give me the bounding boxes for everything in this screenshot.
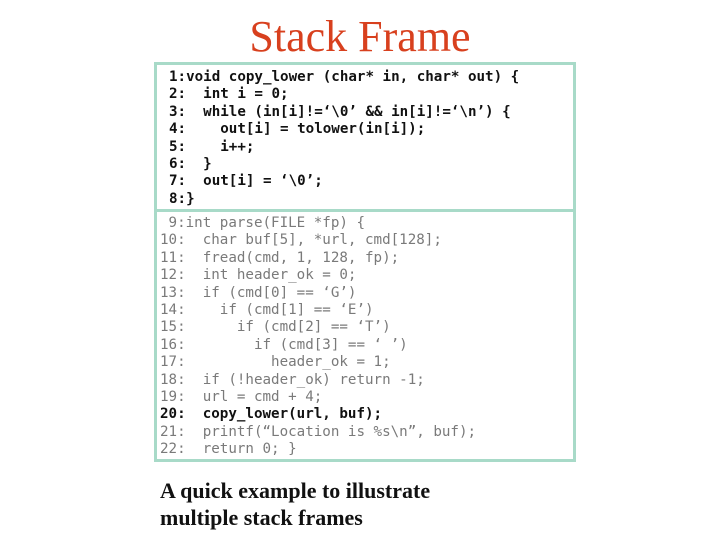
line-number: 13: <box>160 284 186 301</box>
line-code: } <box>186 190 195 207</box>
line-code: out[i] = tolower(in[i]); <box>186 121 426 138</box>
line-code: int i = 0; <box>186 86 289 103</box>
slide-title: Stack Frame <box>249 12 471 61</box>
line-number: 1: <box>169 69 187 85</box>
line-number: 7: <box>169 173 187 190</box>
line-number: 20: <box>160 406 186 423</box>
code-line: 18: if (!header_ok) return -1; <box>157 372 573 389</box>
code-line: 21: printf(“Location is %s\n”, buf); <box>157 424 573 441</box>
line-code: if (cmd[0] == ‘G’) <box>185 284 357 301</box>
line-number: 9: <box>160 215 186 231</box>
code-listing: 1:void copy_lower (char* in, char* out) … <box>154 62 576 462</box>
code-line: 17: header_ok = 1; <box>157 354 573 371</box>
line-code: if (cmd[2] == ‘T’) <box>185 319 391 336</box>
line-number: 22: <box>160 441 186 458</box>
line-code: fread(cmd, 1, 128, fp); <box>185 249 400 266</box>
caption-line-1: A quick example to illustrate <box>160 478 431 503</box>
line-code: char buf[5], *url, cmd[128]; <box>185 232 442 249</box>
code-line: 22: return 0; } <box>157 441 573 458</box>
code-block-copy-lower: 1:void copy_lower (char* in, char* out) … <box>157 69 573 208</box>
code-block-parse: 9:int parse(FILE *fp) { 10: char buf[5],… <box>157 215 573 458</box>
code-line: 16: if (cmd[3] == ‘ ’) <box>157 337 573 354</box>
line-number: 4: <box>169 121 187 138</box>
line-code: if (cmd[3] == ‘ ’) <box>185 336 408 353</box>
code-line: 13: if (cmd[0] == ‘G’) <box>157 285 573 302</box>
code-line: 14: if (cmd[1] == ‘E’) <box>157 302 573 319</box>
line-number: 12: <box>160 267 186 284</box>
code-line: 1:void copy_lower (char* in, char* out) … <box>157 69 573 86</box>
line-code: int header_ok = 0; <box>185 267 357 284</box>
line-number: 18: <box>160 371 186 388</box>
line-code: out[i] = ‘\0’; <box>186 173 323 190</box>
line-code: void copy_lower (char* in, char* out) { <box>186 69 520 85</box>
line-code: copy_lower(url, buf); <box>185 406 383 423</box>
code-line-current-call: 20: copy_lower(url, buf); <box>157 406 573 423</box>
line-number: 14: <box>160 301 186 318</box>
code-line: 11: fread(cmd, 1, 128, fp); <box>157 250 573 267</box>
line-number: 6: <box>169 155 187 172</box>
line-number: 21: <box>160 423 186 440</box>
code-line: 7: out[i] = ‘\0’; <box>157 173 573 190</box>
line-code: while (in[i]!=‘\0’ && in[i]!=‘\n’) { <box>186 103 511 120</box>
frame-divider <box>157 209 573 212</box>
line-number: 2: <box>169 86 187 103</box>
code-line: 3: while (in[i]!=‘\0’ && in[i]!=‘\n’) { <box>157 104 573 121</box>
code-line: 15: if (cmd[2] == ‘T’) <box>157 319 573 336</box>
caption-line-2: multiple stack frames <box>160 505 363 530</box>
line-code: return 0; } <box>185 441 297 458</box>
line-number: 19: <box>160 388 186 405</box>
line-code: int parse(FILE *fp) { <box>185 215 365 231</box>
code-line: 5: i++; <box>157 139 573 156</box>
code-line: 8:} <box>157 191 573 208</box>
line-code: printf(“Location is %s\n”, buf); <box>185 423 477 440</box>
code-line: 10: char buf[5], *url, cmd[128]; <box>157 232 573 249</box>
line-code: if (!header_ok) return -1; <box>185 371 425 388</box>
line-number: 5: <box>169 138 187 155</box>
line-code: url = cmd + 4; <box>185 388 323 405</box>
line-number: 15: <box>160 319 186 336</box>
line-number: 3: <box>169 103 187 120</box>
line-code: i++; <box>186 138 255 155</box>
line-number: 10: <box>160 232 186 249</box>
code-line: 9:int parse(FILE *fp) { <box>157 215 573 232</box>
code-line: 12: int header_ok = 0; <box>157 267 573 284</box>
line-number: 11: <box>160 249 186 266</box>
code-line: 2: int i = 0; <box>157 86 573 103</box>
code-line: 4: out[i] = tolower(in[i]); <box>157 121 573 138</box>
line-code: } <box>186 155 212 172</box>
code-line: 6: } <box>157 156 573 173</box>
line-number: 16: <box>160 336 186 353</box>
line-number: 17: <box>160 354 186 371</box>
line-number: 8: <box>169 190 187 207</box>
caption: A quick example to illustrate multiple s… <box>160 477 430 531</box>
line-code: header_ok = 1; <box>185 354 391 371</box>
line-code: if (cmd[1] == ‘E’) <box>185 301 374 318</box>
code-line: 19: url = cmd + 4; <box>157 389 573 406</box>
